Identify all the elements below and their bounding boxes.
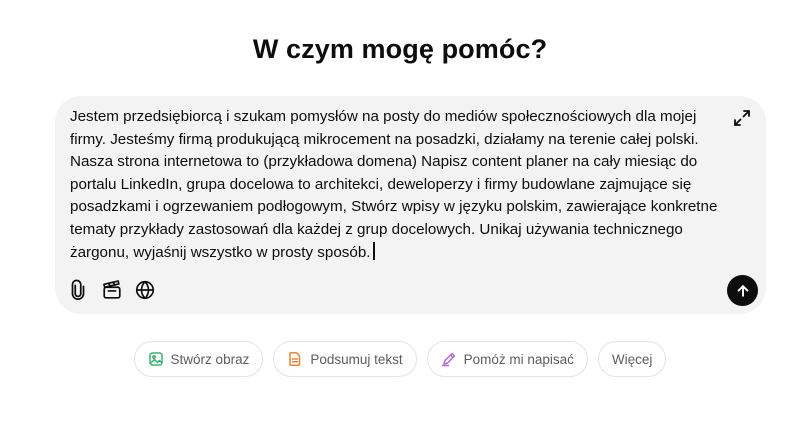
chat-home-page: W czym mogę pomóc? Jestem przedsiębiorcą…: [0, 0, 800, 429]
create-image-chip[interactable]: Stwórz obraz: [133, 341, 264, 377]
expand-arrows-icon[interactable]: [732, 108, 752, 128]
page-heading: W czym mogę pomóc?: [252, 34, 548, 64]
chip-label: Więcej: [611, 351, 653, 367]
text-caret: [372, 241, 375, 260]
image-icon: [148, 352, 163, 366]
document-icon: [289, 352, 301, 366]
chip-label: Pomóż mi napisać: [463, 351, 574, 367]
prompt-text: Jestem przedsiębiorcą i szukam pomysłów …: [70, 108, 718, 261]
pen-icon: [441, 352, 455, 367]
summarize-text-chip[interactable]: Podsumuj tekst: [273, 341, 417, 377]
more-chip[interactable]: Więcej: [597, 341, 667, 377]
prompt-textarea[interactable]: Jestem przedsiębiorcą i szukam pomysłów …: [70, 106, 720, 264]
clapperboard-icon[interactable]: [101, 279, 123, 301]
send-button[interactable]: [727, 275, 758, 306]
arrow-up-icon: [737, 284, 748, 297]
prompt-composer[interactable]: Jestem przedsiębiorcą i szukam pomysłów …: [55, 96, 766, 314]
chip-label: Podsumuj tekst: [310, 351, 403, 367]
suggestion-chips: Stwórz obraz Podsumuj tekst Pomóż mi nap…: [0, 341, 800, 377]
help-me-write-chip[interactable]: Pomóż mi napisać: [426, 341, 588, 377]
chip-label: Stwórz obraz: [170, 351, 250, 367]
globe-icon[interactable]: [134, 279, 156, 301]
paperclip-icon[interactable]: [67, 279, 89, 301]
